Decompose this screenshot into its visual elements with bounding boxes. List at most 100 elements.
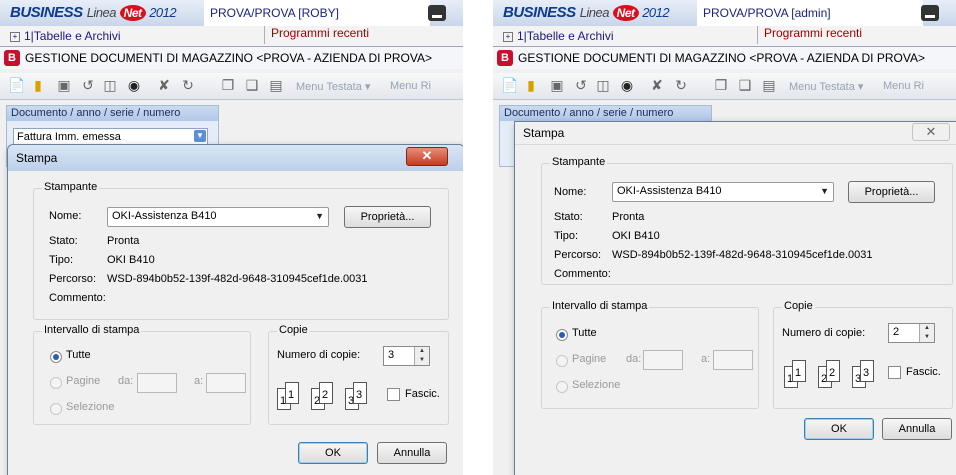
new-doc-icon[interactable]: 📄: [501, 77, 518, 93]
expand-icon[interactable]: +: [503, 31, 513, 42]
down-arrow-icon[interactable]: ▼: [920, 333, 934, 342]
up-arrow-icon[interactable]: ▲: [415, 347, 429, 356]
to-page-input[interactable]: [206, 373, 246, 393]
from-page-input[interactable]: [643, 350, 683, 370]
status-value: Pronta: [612, 211, 645, 223]
ok-button[interactable]: OK: [804, 418, 874, 440]
paste-icon[interactable]: ❑: [737, 77, 753, 93]
selection-radio[interactable]: [50, 403, 62, 415]
down-arrow-icon[interactable]: ▼: [415, 356, 429, 365]
copy-icon[interactable]: ❐: [713, 77, 729, 93]
save-icon[interactable]: ▣: [549, 77, 565, 93]
printer-select[interactable]: OKI-Assistenza B410 ▼: [107, 207, 329, 227]
dropdown-arrow-icon[interactable]: ▼: [315, 211, 324, 221]
collate-checkbox[interactable]: [387, 388, 400, 401]
app-header: BUSINESS Linea Net 2012 PROVA/PROVA [ROBY…: [0, 0, 463, 26]
menu-righe[interactable]: Menu Ri: [883, 80, 924, 92]
collate-icon: 1 1 2 2 3 3: [275, 380, 375, 410]
page-icon[interactable]: ▤: [268, 77, 284, 93]
recent-programs-header: Programmi recenti: [264, 26, 463, 44]
minimize-button[interactable]: [921, 5, 939, 21]
window-title: GESTIONE DOCUMENTI DI MAGAZZINO <PROVA -…: [25, 51, 432, 65]
navigation-row: +1|Tabelle e Archivi Programmi recenti: [493, 26, 956, 47]
redo-icon[interactable]: ↻: [180, 77, 196, 93]
path-label: Percorso:: [554, 249, 602, 261]
collate-label: Fascic.: [906, 366, 941, 378]
brand-logo: BUSINESS Linea Net 2012: [503, 4, 670, 21]
cancel-button[interactable]: Annulla: [377, 442, 447, 464]
user-label: PROVA/PROVA [admin]: [697, 0, 923, 26]
binoculars-icon[interactable]: ◉: [619, 77, 635, 93]
toolbar: 📄 ▮ ▣ ↺ ◫ ◉ ✘ ↻ ❐ ❑ ▤ Menu Testata ▾ Men…: [0, 73, 463, 100]
close-button[interactable]: ✕: [912, 123, 950, 141]
left-screenshot: BUSINESS Linea Net 2012 PROVA/PROVA [ROBY…: [0, 0, 463, 475]
status-label: Stato:: [554, 211, 583, 223]
app-icon: B: [4, 50, 20, 66]
all-pages-label: Tutte: [66, 349, 91, 361]
all-pages-radio[interactable]: [50, 351, 62, 363]
menu-testata[interactable]: Menu Testata ▾: [296, 80, 370, 93]
window-title: GESTIONE DOCUMENTI DI MAGAZZINO <PROVA -…: [518, 51, 925, 65]
delete-icon[interactable]: ◫: [102, 77, 118, 93]
selection-radio[interactable]: [556, 381, 568, 393]
ok-button[interactable]: OK: [298, 442, 368, 464]
pages-radio[interactable]: [50, 377, 62, 389]
new-doc-icon[interactable]: 📄: [8, 77, 25, 93]
all-pages-radio[interactable]: [556, 329, 568, 341]
print-dialog: Stampa ✕ Stampante Nome: OKI-Assistenza …: [7, 144, 463, 475]
document-panel-header: Documento / anno / serie / numero: [7, 106, 218, 121]
copies-label: Numero di copie:: [277, 349, 361, 361]
dropdown-arrow-icon[interactable]: ▼: [820, 186, 829, 196]
open-folder-icon[interactable]: ▮: [523, 77, 539, 93]
properties-button[interactable]: Proprietà...: [344, 206, 431, 228]
path-label: Percorso:: [49, 273, 97, 285]
path-value: WSD-894b0b52-139f-482d-9648-310945cef1de…: [107, 273, 368, 285]
redo-icon[interactable]: ↻: [673, 77, 689, 93]
save-icon[interactable]: ▣: [56, 77, 72, 93]
chevron-down-icon[interactable]: ▼: [194, 130, 206, 142]
properties-button[interactable]: Proprietà...: [848, 181, 935, 203]
expand-icon[interactable]: +: [10, 31, 20, 42]
copies-stepper[interactable]: 3 ▲ ▼: [383, 346, 430, 366]
print-dialog: Stampa ✕ Stampante Nome: OKI-Assistenza …: [514, 121, 956, 475]
document-panel-header: Documento / anno / serie / numero: [500, 106, 711, 121]
page-icon[interactable]: ▤: [761, 77, 777, 93]
copies-stepper[interactable]: 2 ▲ ▼: [888, 323, 935, 343]
open-folder-icon[interactable]: ▮: [30, 77, 46, 93]
toolbar: 📄 ▮ ▣ ↺ ◫ ◉ ✘ ↻ ❐ ❑ ▤ Menu Testata ▾ Men…: [493, 73, 956, 100]
cancel-button[interactable]: Annulla: [882, 418, 952, 440]
undo-icon[interactable]: ↺: [573, 77, 589, 93]
type-value: OKI B410: [612, 230, 660, 242]
copy-icon[interactable]: ❐: [220, 77, 236, 93]
printer-name-label: Nome:: [49, 210, 82, 222]
cut-icon[interactable]: ✘: [649, 77, 665, 93]
delete-icon[interactable]: ◫: [595, 77, 611, 93]
dialog-titlebar: Stampa ✕: [515, 122, 956, 145]
close-button[interactable]: ✕: [406, 147, 448, 166]
status-value: Pronta: [107, 235, 140, 247]
tree-item[interactable]: +1|Tabelle e Archivi: [503, 29, 614, 43]
from-page-input[interactable]: [137, 373, 177, 393]
pages-radio[interactable]: [556, 355, 568, 367]
comment-label: Commento:: [554, 268, 611, 280]
minimize-button[interactable]: [428, 5, 446, 21]
menu-righe[interactable]: Menu Ri: [390, 80, 431, 92]
from-label: da:: [626, 353, 642, 365]
pages-label: Pagine: [66, 375, 101, 387]
cut-icon[interactable]: ✘: [156, 77, 172, 93]
printer-select[interactable]: OKI-Assistenza B410 ▼: [612, 182, 834, 202]
app-header: BUSINESS Linea Net 2012 PROVA/PROVA [admi…: [493, 0, 956, 26]
menu-testata[interactable]: Menu Testata ▾: [789, 80, 863, 93]
dialog-title: Stampa: [16, 151, 58, 165]
from-label: da:: [118, 375, 134, 387]
binoculars-icon[interactable]: ◉: [126, 77, 142, 93]
comment-label: Commento:: [49, 292, 106, 304]
pages-label: Pagine: [572, 353, 607, 365]
tree-item[interactable]: +1|Tabelle e Archivi: [10, 29, 121, 43]
to-page-input[interactable]: [713, 350, 753, 370]
collate-checkbox[interactable]: [888, 366, 901, 379]
paste-icon[interactable]: ❑: [244, 77, 260, 93]
undo-icon[interactable]: ↺: [80, 77, 96, 93]
recent-programs-header: Programmi recenti: [757, 26, 956, 44]
up-arrow-icon[interactable]: ▲: [920, 324, 934, 333]
